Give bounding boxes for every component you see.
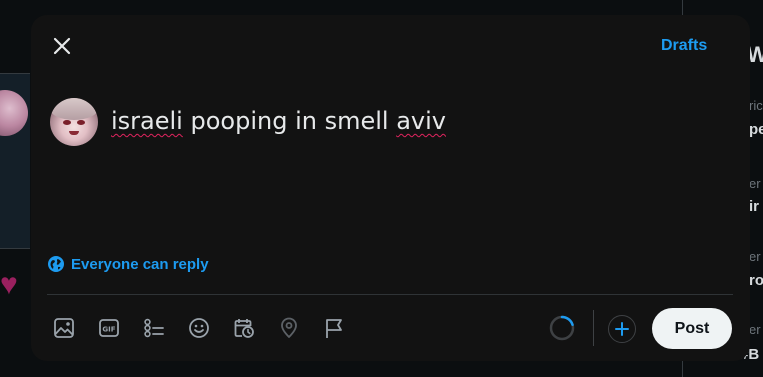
add-media-button[interactable] xyxy=(49,313,79,343)
tag-location-button[interactable] xyxy=(274,313,304,343)
globe-icon xyxy=(48,256,64,272)
add-gif-button[interactable]: GIF xyxy=(94,313,124,343)
character-count-ring xyxy=(549,315,575,341)
reply-setting-label: Everyone can reply xyxy=(71,255,209,273)
add-emoji-button[interactable] xyxy=(184,313,214,343)
add-post-to-thread-button[interactable] xyxy=(608,315,636,343)
post-button[interactable]: Post xyxy=(652,308,732,349)
add-poll-button[interactable] xyxy=(139,313,169,343)
gif-icon: GIF xyxy=(99,319,119,337)
post-text-input[interactable]: israeli pooping in smell aviv xyxy=(111,107,446,135)
avatar[interactable] xyxy=(50,98,98,146)
location-icon xyxy=(281,317,297,338)
close-icon xyxy=(53,37,71,55)
close-button[interactable] xyxy=(47,31,77,61)
flag-icon xyxy=(326,319,342,338)
flag-button[interactable] xyxy=(319,313,349,343)
svg-text:GIF: GIF xyxy=(102,326,115,334)
toolbar-divider xyxy=(47,294,733,295)
emoji-icon xyxy=(189,318,209,338)
misspelled-word: aviv xyxy=(396,107,446,135)
poll-icon xyxy=(144,318,164,338)
schedule-icon xyxy=(234,319,254,338)
schedule-post-button[interactable] xyxy=(229,313,259,343)
compose-toolbar: GIF xyxy=(49,313,349,343)
plus-icon xyxy=(615,322,629,336)
drafts-button[interactable]: Drafts xyxy=(661,37,707,55)
post-text-segment: pooping in smell xyxy=(182,107,397,135)
reply-setting-button[interactable]: Everyone can reply xyxy=(47,255,209,273)
toolbar-separator xyxy=(593,310,594,346)
media-icon xyxy=(54,318,74,338)
compose-post-modal: Drafts israeli pooping in smell aviv Eve… xyxy=(31,15,750,361)
misspelled-word: israeli xyxy=(111,107,183,135)
